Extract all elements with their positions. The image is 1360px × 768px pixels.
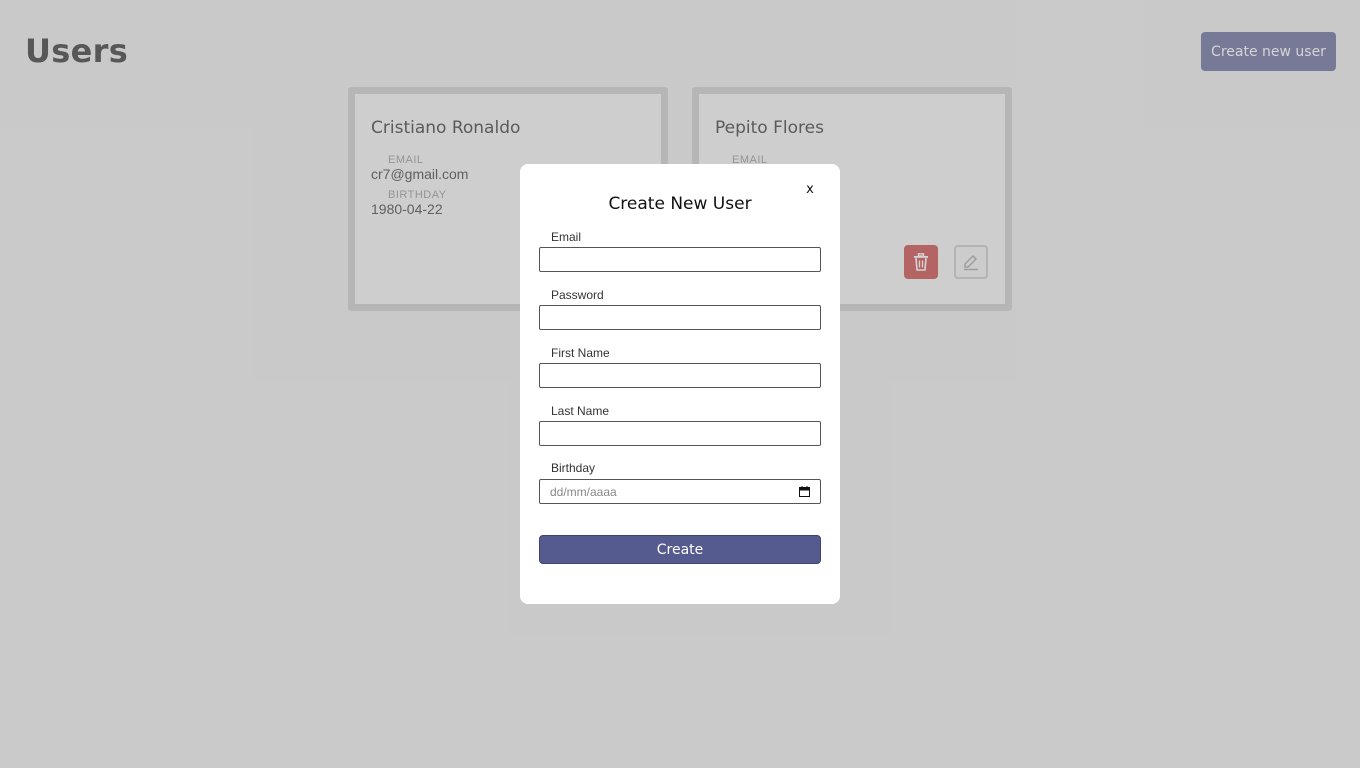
last-name-field-label: Last Name — [551, 404, 610, 418]
users-page: Users Create new user Cristiano Ronaldo … — [0, 0, 1360, 768]
first-name-field-label: First Name — [551, 346, 610, 360]
first-name-field[interactable] — [539, 363, 821, 388]
password-field[interactable] — [539, 305, 821, 330]
password-field-label: Password — [551, 288, 604, 302]
modal-title: Create New User — [608, 194, 752, 214]
birthday-placeholder: dd/mm/aaaa — [550, 484, 617, 499]
birthday-field-label: Birthday — [551, 461, 596, 475]
create-button[interactable]: Create — [539, 535, 821, 564]
last-name-field[interactable] — [539, 421, 821, 446]
email-field-label: Email — [551, 230, 582, 244]
calendar-icon[interactable] — [799, 486, 810, 497]
birthday-field[interactable]: dd/mm/aaaa — [539, 479, 821, 504]
create-user-modal: x Create New User Email Password First N… — [520, 164, 840, 604]
email-field[interactable] — [539, 247, 821, 272]
